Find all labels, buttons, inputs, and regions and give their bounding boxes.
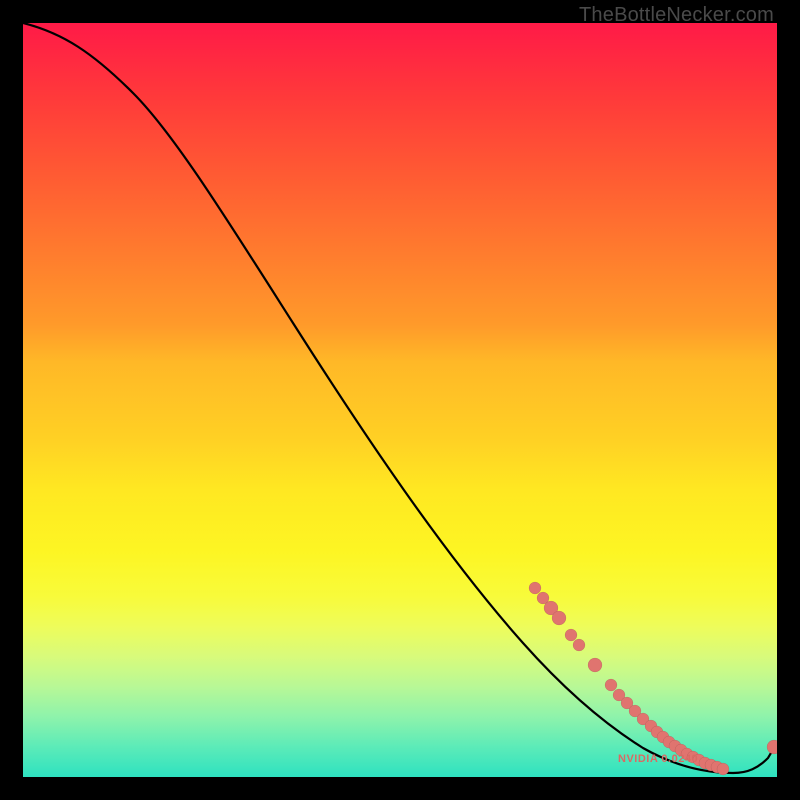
cluster-label: NVIDIA 0.0240 — [618, 753, 698, 765]
chart-plot-area: NVIDIA 0.0240 — [23, 23, 777, 777]
cluster-dots — [529, 582, 777, 775]
watermark-label: TheBottleNecker.com — [579, 4, 774, 27]
chart-svg — [23, 23, 777, 777]
bottleneck-curve — [23, 23, 777, 773]
